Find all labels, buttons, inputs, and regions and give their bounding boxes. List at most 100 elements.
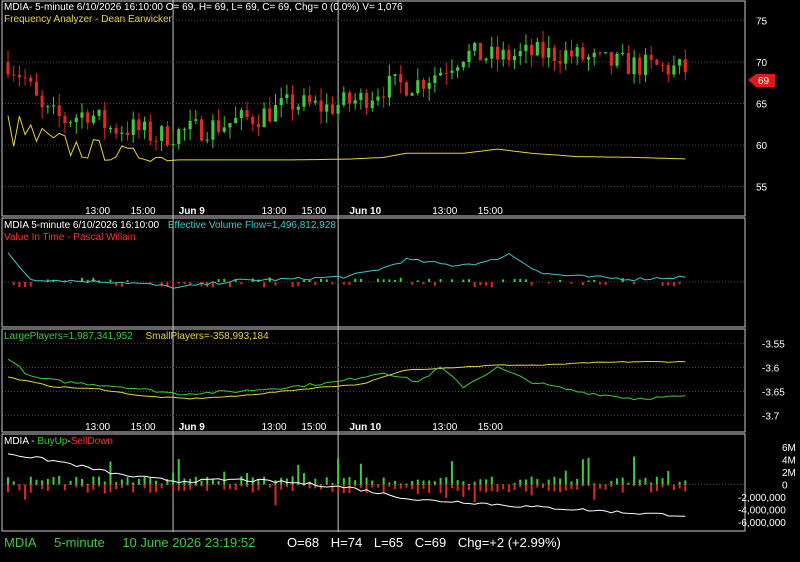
candle-body [80,112,84,118]
value-in-time-bar [228,282,231,288]
candle-body [473,42,477,51]
series-line-large-players [7,360,686,400]
candle-body [660,64,665,66]
selldown-bar [411,484,414,490]
buyup-bar [661,478,664,485]
buyup-bar [536,478,539,485]
price-panel [6,30,687,162]
chart-canvas[interactable]: 13:00 15:00 Jun 9 13:00 15:00 Jun 10 13:00 15:0… [0,0,800,562]
candle-body [604,52,608,54]
panel4-prefix: MDIA - [4,436,38,447]
x-tick-label: 13:00 [262,206,287,217]
candle-body [114,128,118,134]
buyup-bar [621,477,624,485]
candle-body [393,74,397,76]
candle-body [643,54,648,75]
buyup-bar [98,476,101,485]
buyup-bar [485,479,488,485]
selldown-bar [650,484,653,493]
buyup-bar [160,483,163,485]
selldown-bar [530,484,533,496]
buyup-bar [468,483,471,485]
selldown-bar [524,484,527,492]
selldown-bar [98,484,101,487]
candle-body [376,96,380,101]
y-tick-label: -3.7 [762,411,780,422]
buyup-bar [638,479,641,485]
value-in-time-bar [530,282,533,286]
buyup-bar [115,482,118,485]
candle-body [655,59,659,65]
buyup-bar [149,477,152,485]
value-in-time-bar [29,282,32,287]
selldown-bar [200,484,203,487]
selldown-bar [547,484,550,491]
candle-body [69,122,73,124]
selldown-bar [376,484,379,488]
selldown-bar [160,484,163,489]
candle-body [125,132,130,136]
candle-body [564,50,568,64]
candle-body [649,54,653,60]
candle-body [23,77,27,79]
candle-body [251,117,255,125]
selldown-bar [80,484,83,488]
selldown-bar [166,484,169,486]
candle-body [592,52,596,58]
y-tick-label: -3.55 [762,340,785,351]
buyup-bar [137,478,140,485]
value-in-time-bar [519,278,522,282]
buyup-bar [342,478,345,485]
candle-body [6,62,10,75]
candle-body [456,67,460,71]
status-open: O=68 [286,535,320,550]
candle-body [131,119,135,136]
candle-body [63,116,67,124]
selldown-bar [120,484,123,488]
selldown-bar [433,484,436,486]
candle-body [347,92,352,104]
value-in-time-bar [240,282,243,285]
value-in-time-bar [422,282,425,285]
buyup-bar [154,480,157,485]
y-tick-label: 4M [782,456,796,467]
buyup-bar [80,478,83,485]
selldown-bar [473,484,476,503]
y-tick-label: 75 [756,17,768,28]
buyup-bar [388,482,391,485]
candle-body [17,74,21,78]
selldown-bar [593,484,596,500]
value-in-time-bar [376,278,379,282]
selldown-bar [257,484,260,491]
selldown-bar [194,484,197,487]
buyup-bar [69,480,72,485]
selldown-bar [672,484,675,491]
buyup-bar [513,483,516,485]
value-in-time-bar [342,282,345,285]
value-in-time-bar [177,282,180,284]
candle-body [421,80,426,89]
value-in-time-bar [354,278,357,282]
candle-body [552,47,556,62]
panel2-indicator-value: Effective Volume Flow=1,496,812,928 [167,220,336,231]
candle-body [530,44,534,56]
selldown-bar [268,484,271,488]
buyup-bar [75,476,78,485]
selldown-bar [621,484,624,493]
candle-body [302,95,306,107]
large-players-label: LargePlayers=1,987,341,952 [4,331,133,342]
value-in-time-bar [291,282,294,288]
buyup-bar [644,477,647,485]
buyup-bar [593,483,596,485]
buyup-bar [12,481,15,485]
value-in-time-bar [462,279,465,282]
selldown-bar [132,484,135,493]
panel-frame [1,0,746,217]
value-in-time-bar [559,279,562,282]
buyup-bar [86,483,89,485]
selldown-bar [450,484,453,489]
candle-body [575,47,579,57]
buyup-bar [337,458,340,485]
x-tick-label: 13:00 [85,206,110,217]
buyup-bar [143,476,146,485]
